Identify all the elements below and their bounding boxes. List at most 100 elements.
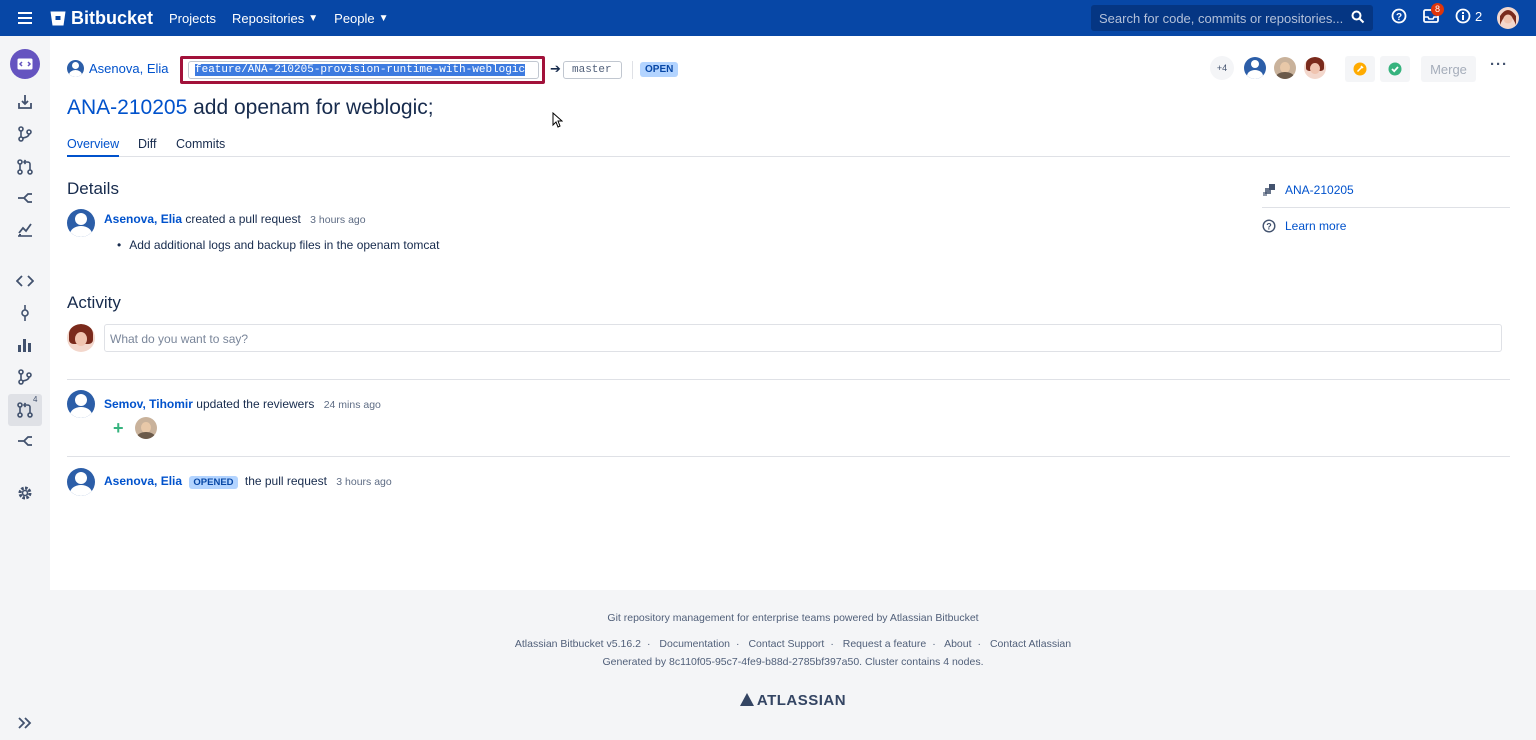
author-avatar[interactable] <box>67 60 84 77</box>
pr-title-text: add openam for weblogic; <box>193 96 434 119</box>
jira-icon <box>1262 183 1285 197</box>
needs-work-status-button[interactable] <box>1345 56 1375 82</box>
main-content: Asenova, Elia feature/ANA-210205-provisi… <box>50 36 1536 740</box>
question-circle-icon: ? <box>1262 219 1285 233</box>
activity-item-opened: Asenova, Elia OPENED the pull request 3 … <box>104 474 392 489</box>
search-placeholder: Search for code, commits or repositories… <box>1099 10 1344 26</box>
activity-heading: Activity <box>67 293 121 312</box>
search-icon <box>1351 10 1365 24</box>
nav-projects[interactable]: Projects <box>169 11 216 26</box>
chevron-down-icon: ▼ <box>308 12 319 24</box>
settings-gear-icon[interactable] <box>14 482 36 504</box>
pr-tabs: Overview Diff Commits <box>67 137 1510 157</box>
tab-diff[interactable]: Diff <box>138 137 157 155</box>
target-branch-lozenge[interactable]: master <box>563 61 622 79</box>
tab-overview[interactable]: Overview <box>67 137 120 157</box>
more-reviewers-button[interactable]: +4 <box>1210 56 1234 80</box>
source-branch-lozenge[interactable]: feature/ANA-210205-provision-runtime-wit… <box>188 61 539 79</box>
info-count: 2 <box>1475 8 1483 24</box>
activity-action: updated the reviewers <box>196 397 315 411</box>
activity-timestamp: 24 mins ago <box>323 399 381 411</box>
details-action: created a pull request <box>185 212 301 226</box>
comment-input[interactable]: What do you want to say? <box>104 324 1502 352</box>
clone-icon[interactable] <box>14 91 36 113</box>
svg-text:?: ? <box>1266 222 1272 232</box>
activity-divider <box>67 456 1510 457</box>
svg-text:?: ? <box>1396 12 1402 23</box>
activity-author-avatar[interactable] <box>67 468 95 496</box>
footer-link-about[interactable]: About <box>944 638 971 650</box>
atlassian-wordmark: ATLASSIAN <box>756 692 847 709</box>
details-heading: Details <box>67 179 119 198</box>
branches-icon[interactable] <box>14 366 36 388</box>
footer-tagline: Git repository management for enterprise… <box>607 612 979 624</box>
mouse-cursor-icon <box>552 112 563 128</box>
description-bullet-text: Add additional logs and backup files in … <box>129 238 440 252</box>
activity-author-link[interactable]: Semov, Tihomir <box>104 397 193 411</box>
commits-icon[interactable] <box>14 302 36 324</box>
user-avatar[interactable] <box>1497 7 1519 29</box>
opened-lozenge: OPENED <box>189 476 238 489</box>
nav-repositories[interactable]: Repositories ▼ <box>232 11 318 26</box>
arrow-right-icon: ➔ <box>550 61 561 76</box>
reviewer-avatar[interactable] <box>1304 57 1326 79</box>
top-navigation-bar: Bitbucket Projects Repositories ▼ People ▼… <box>0 0 1536 36</box>
fork-icon[interactable] <box>14 187 36 209</box>
current-user-avatar <box>67 324 95 352</box>
footer-links: Atlassian Bitbucket v5.16.2 · Documentati… <box>514 638 1072 650</box>
pr-state-badge: OPEN <box>640 62 679 77</box>
footer-version: Atlassian Bitbucket v5.16.2 <box>514 638 641 650</box>
page-title: ANA-210205 add openam for weblogic; <box>67 96 434 120</box>
activity-author-avatar[interactable] <box>67 390 95 418</box>
jira-issue-link[interactable]: ANA-210205 <box>1262 172 1510 208</box>
inbox-icon[interactable]: 8 <box>1423 3 1444 24</box>
repository-avatar-icon[interactable] <box>10 49 40 79</box>
nav-people[interactable]: People ▼ <box>334 11 388 26</box>
footer-link-request-feature[interactable]: Request a feature <box>843 638 926 650</box>
description-bullet: • Add additional logs and backup files in… <box>117 238 440 252</box>
expand-sidebar-icon[interactable] <box>14 712 36 734</box>
added-reviewer-avatar[interactable] <box>135 417 157 439</box>
reviewer-avatar[interactable] <box>1274 57 1296 79</box>
search-input[interactable]: Search for code, commits or repositories… <box>1091 5 1373 31</box>
insights-icon[interactable] <box>14 218 36 240</box>
merge-button[interactable]: Merge <box>1421 56 1476 82</box>
reviewer-avatar[interactable] <box>1244 57 1266 79</box>
details-timestamp: 3 hours ago <box>310 214 366 226</box>
help-icon[interactable]: ? <box>1391 8 1407 24</box>
activity-author-link[interactable]: Asenova, Elia <box>104 474 182 488</box>
approve-status-button[interactable] <box>1380 56 1410 82</box>
pr-author-link[interactable]: Asenova, Elia <box>89 61 169 76</box>
forks-icon[interactable] <box>14 430 36 452</box>
details-author-link[interactable]: Asenova, Elia <box>104 212 182 226</box>
atlassian-logo[interactable]: ATLASSIAN <box>50 692 1536 709</box>
added-reviewer-plus-icon: + <box>113 418 124 438</box>
activity-item-reviewers-updated: Semov, Tihomir updated the reviewers 24 … <box>104 397 381 411</box>
create-branch-icon[interactable] <box>14 123 36 145</box>
notification-info-icon[interactable]: 2 <box>1455 8 1482 24</box>
create-pull-request-icon[interactable] <box>14 156 36 178</box>
nav-repositories-label: Repositories <box>231 10 305 26</box>
activity-action: the pull request <box>244 474 327 488</box>
footer-generated: Generated by 8c110f05-95c7-4fe9-b88d-278… <box>602 656 984 668</box>
footer-link-contact-support[interactable]: Contact Support <box>748 638 824 650</box>
page-footer: Git repository management for enterprise… <box>50 590 1536 740</box>
jira-issue-key: ANA-210205 <box>1285 182 1354 197</box>
learn-more-link[interactable]: ? Learn more <box>1262 208 1510 244</box>
needs-work-icon <box>1353 62 1367 76</box>
footer-link-contact-atlassian[interactable]: Contact Atlassian <box>990 638 1071 650</box>
nav-projects-label: Projects <box>169 10 216 26</box>
source-code-icon[interactable] <box>14 270 36 292</box>
bitbucket-logo[interactable]: Bitbucket <box>50 8 153 29</box>
left-sidebar: 4 <box>0 36 50 740</box>
hamburger-menu-icon[interactable] <box>0 0 50 36</box>
branches-chart-icon[interactable] <box>14 334 36 356</box>
atlassian-logo-icon <box>739 693 754 706</box>
author-avatar[interactable] <box>67 209 95 237</box>
footer-link-documentation[interactable]: Documentation <box>659 638 730 650</box>
nav-people-label: People <box>334 10 375 26</box>
tab-commits[interactable]: Commits <box>176 137 225 155</box>
pr-issue-id[interactable]: ANA-210205 <box>67 96 187 119</box>
more-actions-icon[interactable]: ··· <box>1490 56 1510 76</box>
activity-timestamp: 3 hours ago <box>336 476 392 488</box>
